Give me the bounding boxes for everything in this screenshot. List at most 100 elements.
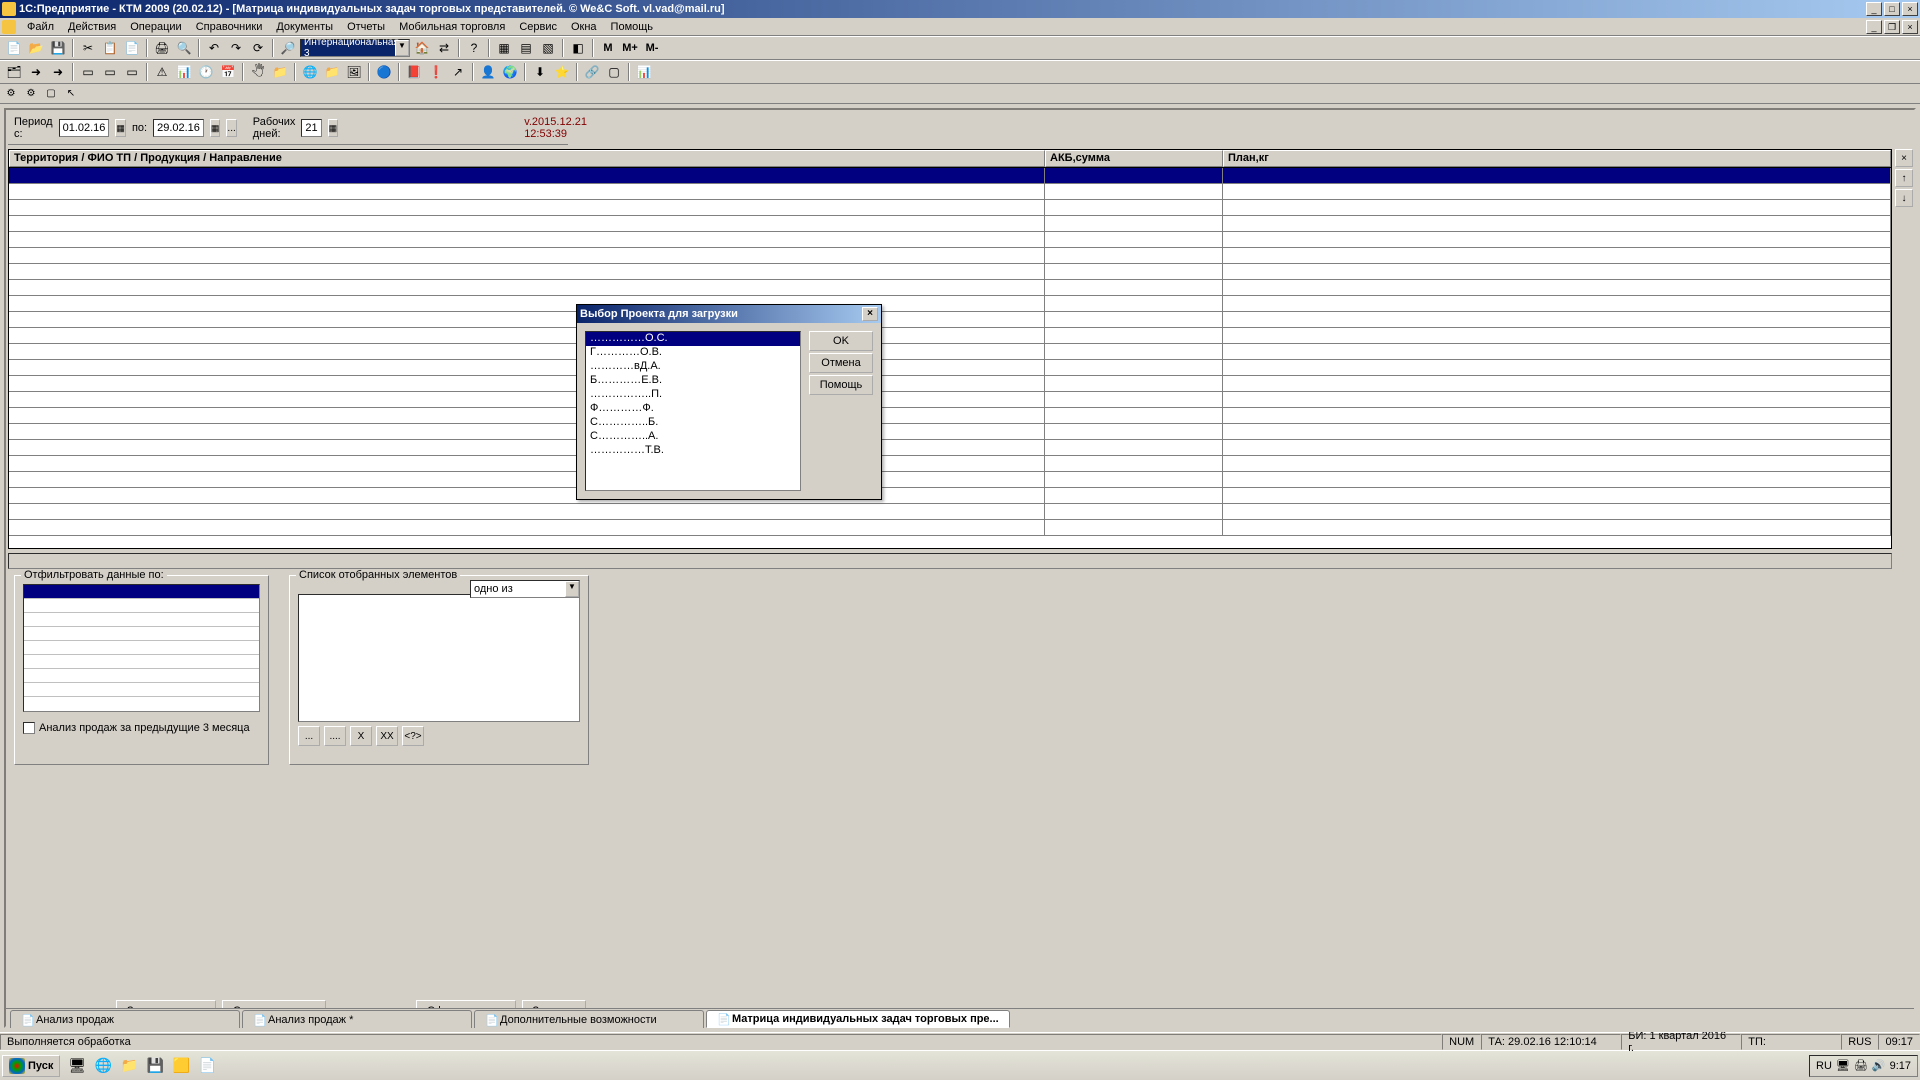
sec-btn-19[interactable]: ↗ xyxy=(448,62,468,82)
grid-hscroll[interactable] xyxy=(8,553,1892,569)
filter-row[interactable] xyxy=(24,585,259,599)
tray-clock[interactable]: 9:17 xyxy=(1890,1060,1911,1072)
menu-references[interactable]: Справочники xyxy=(189,19,270,35)
selected-btn-xx[interactable]: XX xyxy=(376,726,398,746)
tool-b-icon[interactable]: ▤ xyxy=(516,38,536,58)
sec-btn-12[interactable]: 📁 xyxy=(270,62,290,82)
tray-lang[interactable]: RU xyxy=(1816,1060,1832,1072)
grid-row[interactable] xyxy=(9,200,1891,216)
grid-row[interactable] xyxy=(9,184,1891,200)
preview-icon[interactable]: 🔍 xyxy=(174,38,194,58)
tool-a-icon[interactable]: ▦ xyxy=(494,38,514,58)
grid-row[interactable] xyxy=(9,232,1891,248)
grid-row[interactable] xyxy=(9,392,1891,408)
grid-col-plan[interactable]: План,кг xyxy=(1223,150,1891,167)
tray-icon-2[interactable]: 🖨 xyxy=(1854,1059,1868,1072)
sec-btn-11[interactable]: 🖑 xyxy=(248,62,268,82)
quicklaunch-1[interactable]: 🖥 xyxy=(65,1055,89,1077)
sec-btn-18[interactable]: ❗ xyxy=(426,62,446,82)
sec-btn-24[interactable]: 🔗 xyxy=(582,62,602,82)
mdi-minimize-button[interactable]: _ xyxy=(1866,20,1882,34)
project-item[interactable]: ……………..П. xyxy=(586,388,800,402)
cut-icon[interactable]: ✂ xyxy=(78,38,98,58)
project-item[interactable]: С…………..А. xyxy=(586,430,800,444)
help-icon[interactable]: ? xyxy=(464,38,484,58)
sec-btn-9[interactable]: 🕐 xyxy=(196,62,216,82)
filter-row[interactable] xyxy=(24,613,259,627)
workdays-input[interactable]: 21 xyxy=(301,119,321,137)
home-icon[interactable]: 🏠 xyxy=(412,38,432,58)
tab-matrix[interactable]: 📄 Матрица индивидуальных задач торговых … xyxy=(706,1010,1010,1028)
sec-btn-15[interactable]: 🖼 xyxy=(344,62,364,82)
maximize-button[interactable]: □ xyxy=(1884,2,1900,16)
selected-list[interactable] xyxy=(298,594,580,722)
project-item[interactable]: ……………О.С. xyxy=(586,332,800,346)
util-btn-2[interactable]: ⚙ xyxy=(24,87,38,101)
project-list[interactable]: ……………О.С. Г…………О.В. …………вД.А. Б…………Е.В. … xyxy=(585,331,801,491)
dialog-close-icon[interactable]: × xyxy=(862,307,878,321)
grid-row[interactable] xyxy=(9,264,1891,280)
tab-analysis-2[interactable]: 📄 Анализ продаж * xyxy=(242,1010,472,1028)
selected-btn-help[interactable]: <?> xyxy=(402,726,424,746)
filter-row[interactable] xyxy=(24,683,259,697)
grid-row[interactable] xyxy=(9,504,1891,520)
filter-row[interactable] xyxy=(24,641,259,655)
sec-btn-1[interactable]: 🗂 xyxy=(4,62,24,82)
project-item[interactable]: Б…………Е.В. xyxy=(586,374,800,388)
close-button[interactable]: × xyxy=(1902,2,1918,16)
period-to-input[interactable]: 29.02.16 xyxy=(153,119,204,137)
grid-row[interactable] xyxy=(9,216,1891,232)
sec-btn-22[interactable]: ⬇ xyxy=(530,62,550,82)
sec-btn-26[interactable]: 📊 xyxy=(634,62,654,82)
search-combo-dropdown-icon[interactable]: ▼ xyxy=(395,40,409,56)
sec-btn-21[interactable]: 🌍 xyxy=(500,62,520,82)
menu-help[interactable]: Помощь xyxy=(604,19,661,35)
grid-row[interactable] xyxy=(9,472,1891,488)
grid-row[interactable] xyxy=(9,424,1891,440)
menu-operations[interactable]: Операции xyxy=(123,19,188,35)
menu-actions[interactable]: Действия xyxy=(61,19,123,35)
sec-btn-16[interactable]: 🔵 xyxy=(374,62,394,82)
tab-analysis-1[interactable]: 📄 Анализ продаж xyxy=(10,1010,240,1028)
util-btn-1[interactable]: ⚙ xyxy=(4,87,18,101)
grid-side-close-icon[interactable]: × xyxy=(1895,149,1913,167)
grid-row[interactable] xyxy=(9,360,1891,376)
dialog-help-button[interactable]: Помощь xyxy=(809,375,873,395)
filter-row[interactable] xyxy=(24,627,259,641)
nav-icon[interactable]: ⇄ xyxy=(434,38,454,58)
menu-file[interactable]: Файл xyxy=(20,19,61,35)
grid-row[interactable] xyxy=(9,456,1891,472)
dialog-ok-button[interactable]: OK xyxy=(809,331,873,351)
tray-icon-3[interactable]: 🔊 xyxy=(1872,1059,1886,1072)
period-from-calendar-icon[interactable]: ▦ xyxy=(115,119,126,137)
sec-btn-25[interactable]: ▢ xyxy=(604,62,624,82)
workdays-calc-icon[interactable]: ▦ xyxy=(328,119,339,137)
main-grid[interactable]: Территория / ФИО ТП / Продукция / Направ… xyxy=(8,149,1892,549)
mminus-button[interactable]: M- xyxy=(642,38,662,58)
filter-row[interactable] xyxy=(24,655,259,669)
find-icon[interactable]: 🔎 xyxy=(278,38,298,58)
sec-btn-4[interactable]: ▭ xyxy=(78,62,98,82)
quicklaunch-5[interactable]: 🟨 xyxy=(169,1055,193,1077)
mdi-restore-button[interactable]: ❐ xyxy=(1884,20,1900,34)
grid-row[interactable] xyxy=(9,312,1891,328)
period-to-calendar-icon[interactable]: ▦ xyxy=(210,119,221,137)
refresh-icon[interactable]: ⟳ xyxy=(248,38,268,58)
tab-extra[interactable]: 📄 Дополнительные возможности xyxy=(474,1010,704,1028)
sec-btn-20[interactable]: 👤 xyxy=(478,62,498,82)
sec-btn-2[interactable]: ➜ xyxy=(26,62,46,82)
search-combo[interactable]: Интернациональная 3 ▼ xyxy=(300,39,410,57)
grid-row[interactable] xyxy=(9,328,1891,344)
m-button[interactable]: M xyxy=(598,38,618,58)
quicklaunch-6[interactable]: 📄 xyxy=(195,1055,219,1077)
new-icon[interactable]: 📄 xyxy=(4,38,24,58)
selected-mode-combo[interactable]: одно из ▼ xyxy=(470,580,580,598)
sec-btn-10[interactable]: 📅 xyxy=(218,62,238,82)
tool-d-icon[interactable]: ◧ xyxy=(568,38,588,58)
grid-row[interactable] xyxy=(9,344,1891,360)
grid-row[interactable] xyxy=(9,408,1891,424)
sec-btn-8[interactable]: 📊 xyxy=(174,62,194,82)
grid-side-down-icon[interactable]: ↓ xyxy=(1895,189,1913,207)
period-ellipsis-button[interactable]: ... xyxy=(226,119,236,137)
sec-btn-23[interactable]: ⭐ xyxy=(552,62,572,82)
